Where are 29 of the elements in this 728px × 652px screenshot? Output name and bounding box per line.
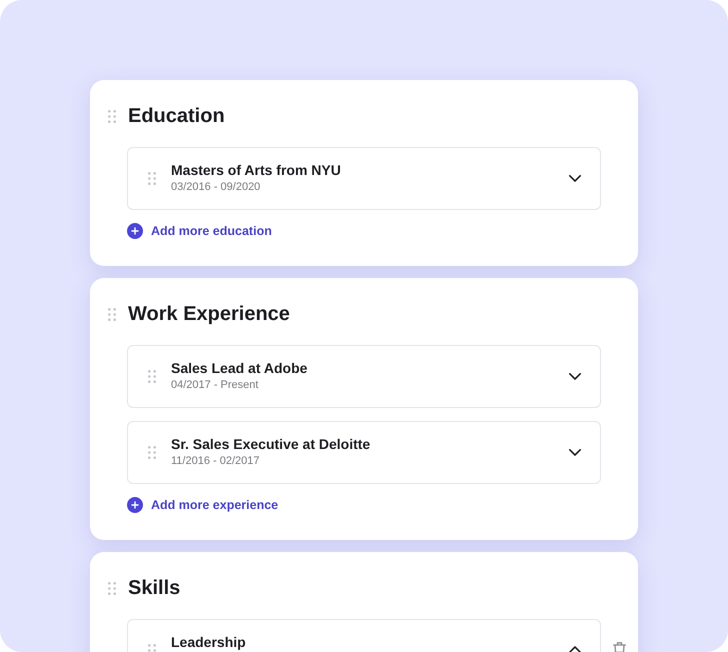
entry-title: Sr. Sales Executive at Deloitte	[171, 436, 372, 453]
section-title: Education	[128, 104, 225, 128]
section-title: Work Experience	[128, 302, 290, 326]
add-more-link[interactable]: Add more experience	[127, 497, 278, 513]
plus-circle-icon	[127, 497, 143, 513]
entry-dates: 03/2016 - 09/2020	[171, 180, 262, 195]
add-more-link[interactable]: Add more education	[127, 223, 272, 239]
drag-handle-icon[interactable]	[148, 446, 156, 459]
entry-title: Masters of Arts from NYU	[171, 162, 342, 179]
chevron-up-icon[interactable]	[569, 646, 581, 652]
drag-handle-icon[interactable]	[108, 582, 116, 594]
drag-handle-icon[interactable]	[108, 110, 116, 122]
drag-handle-icon[interactable]	[148, 172, 156, 185]
entry-title: Sales Lead at Adobe	[171, 360, 308, 377]
trash-icon[interactable]	[613, 642, 626, 652]
entry-title: Leadership	[171, 634, 247, 651]
plus-circle-icon	[127, 223, 143, 239]
entry-dates: 11/2016 - 02/2017	[171, 454, 260, 469]
chevron-down-icon[interactable]	[569, 373, 581, 380]
drag-handle-icon[interactable]	[148, 370, 156, 383]
entry-card[interactable]: Leadership	[127, 619, 601, 652]
entry-card[interactable]: Sr. Sales Executive at Deloitte 11/2016 - 02/2017	[127, 421, 601, 484]
entry-card[interactable]: Sales Lead at Adobe 04/2017 - Present	[127, 345, 601, 408]
chevron-down-icon[interactable]	[569, 175, 581, 182]
drag-handle-icon[interactable]	[108, 308, 116, 320]
chevron-down-icon[interactable]	[569, 449, 581, 456]
section-title: Skills	[128, 576, 180, 600]
entry-dates: 04/2017 - Present	[171, 378, 260, 393]
entry-card[interactable]: Masters of Arts from NYU 03/2016 - 09/2020	[127, 147, 601, 210]
